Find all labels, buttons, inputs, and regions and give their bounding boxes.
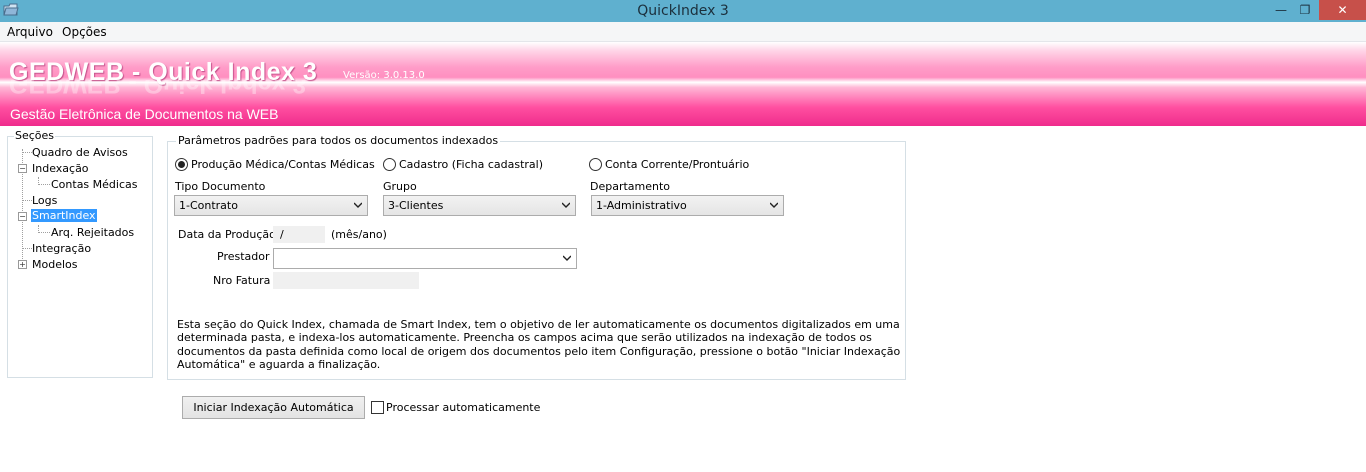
maximize-button[interactable]: ❐ (1292, 0, 1318, 20)
params-group: Parâmetros padrões para todos os documen… (167, 134, 906, 380)
tree-line (38, 232, 50, 233)
tree-item-modelos[interactable]: Modelos (32, 258, 78, 271)
prestador-combo[interactable] (273, 248, 577, 269)
chevron-down-icon (562, 202, 570, 208)
radio-selected-icon (175, 158, 188, 171)
minimize-button[interactable]: — (1268, 0, 1294, 20)
params-legend: Parâmetros padrões para todos os documen… (176, 134, 501, 147)
tree-line (38, 184, 50, 185)
smartindex-description: Esta seção do Quick Index, chamada de Sm… (177, 318, 901, 372)
start-indexing-button[interactable]: Iniciar Indexação Automática (182, 396, 365, 419)
banner-version: Versão: 3.0.13.0 (343, 70, 425, 81)
sections-tree: Seções − − + Quadro de Avisos Indexação … (7, 129, 153, 378)
tree-item-logs[interactable]: Logs (32, 194, 57, 207)
radio-unselected-icon (383, 158, 396, 171)
grupo-select[interactable]: 3-Clientes (383, 195, 576, 216)
nro-fatura-label: Nro Fatura (213, 274, 271, 287)
header-banner: GEDWEB - Quick Index 3 GEDWEB - Quick In… (0, 42, 1366, 126)
prestador-label: Prestador (217, 250, 270, 263)
tree-item-quadro-de-avisos[interactable]: Quadro de Avisos (32, 146, 128, 159)
close-button[interactable]: ✕ (1319, 0, 1366, 20)
collapse-smartindex-icon[interactable]: − (18, 212, 27, 221)
tree-line (22, 152, 32, 153)
chevron-down-icon (563, 255, 571, 261)
collapse-indexacao-icon[interactable]: − (18, 164, 27, 173)
menu-opcoes[interactable]: Opções (62, 25, 107, 39)
tree-line (22, 248, 32, 249)
tree-item-integracao[interactable]: Integração (32, 242, 91, 255)
grupo-label: Grupo (383, 180, 417, 193)
chevron-down-icon (354, 202, 362, 208)
window-title: QuickIndex 3 (637, 3, 729, 19)
menu-arquivo[interactable]: Arquivo (7, 25, 53, 39)
tree-item-contas-medicas[interactable]: Contas Médicas (51, 178, 137, 191)
banner-title-reflection: GEDWEB - Quick Index 3 (9, 80, 307, 98)
data-producao-field[interactable]: / (273, 226, 325, 243)
chevron-down-icon (770, 202, 778, 208)
tipo-documento-select[interactable]: 1-Contrato (174, 195, 368, 216)
radio-producao-medica[interactable]: Produção Médica/Contas Médicas (175, 158, 375, 171)
nro-fatura-field[interactable] (273, 272, 419, 289)
banner-subtitle: Gestão Eletrônica de Documentos na WEB (10, 106, 279, 122)
tipo-documento-label: Tipo Documento (175, 180, 266, 193)
radio-unselected-icon (589, 158, 602, 171)
expand-modelos-icon[interactable]: + (18, 260, 27, 269)
departamento-label: Departamento (590, 180, 671, 193)
auto-process-checkbox[interactable]: Processar automaticamente (371, 401, 540, 414)
data-producao-label: Data da Produção (178, 228, 276, 241)
checkbox-unchecked-icon (371, 401, 384, 414)
tree-item-arq-rejeitados[interactable]: Arq. Rejeitados (51, 226, 134, 239)
tree-line (22, 200, 32, 201)
radio-conta-corrente[interactable]: Conta Corrente/Prontuário (589, 158, 749, 171)
tree-item-indexacao[interactable]: Indexação (32, 162, 89, 175)
radio-cadastro[interactable]: Cadastro (Ficha cadastral) (383, 158, 543, 171)
departamento-select[interactable]: 1-Administrativo (591, 195, 784, 216)
menu-bar: Arquivo Opções (0, 22, 1366, 42)
window-title-bar: QuickIndex 3 — ❐ ✕ (0, 0, 1366, 22)
data-producao-hint: (mês/ano) (331, 228, 387, 241)
tree-item-smartindex[interactable]: SmartIndex (31, 209, 97, 222)
sections-legend: Seções (14, 129, 56, 142)
